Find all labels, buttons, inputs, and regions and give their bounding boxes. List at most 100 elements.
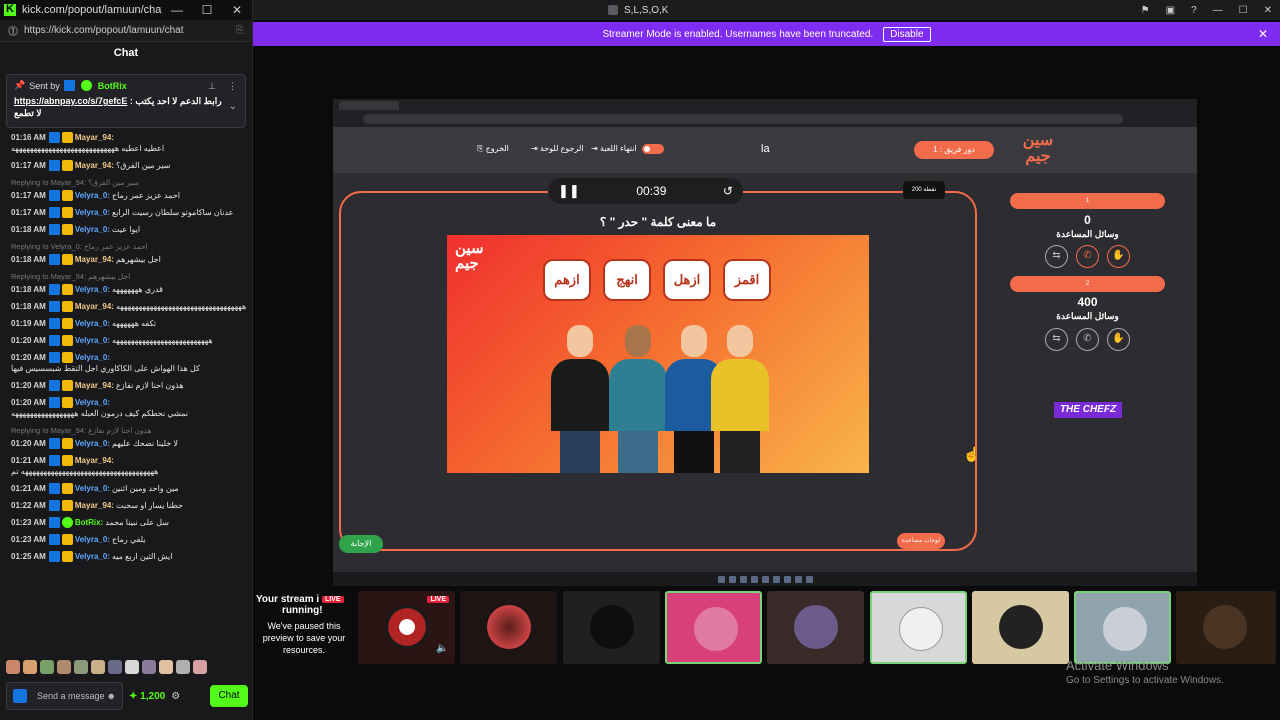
- emoji-icon[interactable]: ☻: [107, 691, 116, 701]
- back-board-link[interactable]: ⇥ الرجوع للوحة: [531, 144, 584, 153]
- hand-icon[interactable]: ✋: [1107, 245, 1130, 268]
- message-username[interactable]: Mayar_94:: [75, 160, 114, 171]
- pinned-sender[interactable]: BotRix: [98, 81, 127, 91]
- mute-icon[interactable]: 🔈: [436, 643, 448, 654]
- emote-icon[interactable]: [57, 660, 71, 674]
- source-thumbnail[interactable]: LIVE 🔈: [358, 591, 455, 664]
- message-username[interactable]: Mayar_94:: [75, 380, 114, 391]
- end-game-link[interactable]: ⇥ انتهاء اللعبة: [591, 144, 665, 154]
- emote-icon[interactable]: [91, 660, 105, 674]
- chat-message[interactable]: 01:17 AM Velyra_0: عدنان ساكاموتو سلطان رس…: [11, 207, 253, 218]
- source-thumbnail[interactable]: [767, 591, 864, 664]
- emote-icon[interactable]: [6, 660, 20, 674]
- extension-icon[interactable]: ⎘: [236, 25, 244, 36]
- chat-message-input[interactable]: Send a message ☻: [6, 682, 123, 710]
- chat-message[interactable]: Replying to Velyra_0: احمد عزيز عمر رماح…: [11, 241, 253, 265]
- pinned-link[interactable]: https://abnpay.co/s/7gefcE: [14, 96, 127, 106]
- emote-icon[interactable]: [176, 660, 190, 674]
- message-username[interactable]: Velyra_0:: [75, 352, 110, 363]
- message-username[interactable]: Velyra_0:: [75, 335, 110, 346]
- minimize-button[interactable]: —: [1213, 5, 1223, 16]
- message-username[interactable]: Velyra_0:: [75, 207, 110, 218]
- unpin-icon[interactable]: ⊥: [208, 81, 216, 92]
- message-username[interactable]: Velyra_0:: [75, 397, 110, 408]
- flag-icon[interactable]: ⚑: [1141, 5, 1150, 16]
- chat-message[interactable]: 01:19 AM Velyra_0: تكفه ههههههه: [11, 318, 253, 329]
- message-username[interactable]: Mayar_94:: [75, 301, 114, 312]
- close-button[interactable]: ✕: [222, 3, 252, 17]
- emote-icon[interactable]: [108, 660, 122, 674]
- chat-message[interactable]: 01:20 AM Mayar_94: هذون احنا لازم نفازع: [11, 380, 253, 391]
- chat-message[interactable]: 01:20 AM Velyra_0: كل هذا الهواش على الكاك…: [11, 352, 253, 374]
- source-thumbnail[interactable]: [665, 591, 762, 664]
- swap-icon[interactable]: ⇆: [1045, 245, 1068, 268]
- message-username[interactable]: Velyra_0:: [75, 318, 110, 329]
- chat-message[interactable]: 01:23 AM Velyra_0: يلفي رماح: [11, 534, 253, 545]
- exit-link[interactable]: ⎘ الخروج: [477, 144, 509, 154]
- chat-message[interactable]: 01:23 AM BotRix: سل على نبينا محمد: [11, 517, 253, 528]
- message-username[interactable]: Velyra_0:: [75, 534, 110, 545]
- chat-message[interactable]: 01:22 AM Mayar_94: حطنا يسار او سحبت: [11, 500, 253, 511]
- message-username[interactable]: Velyra_0:: [75, 551, 110, 562]
- chat-message[interactable]: 01:17 AM Mayar_94: سير مين الفرق؟: [11, 160, 253, 171]
- message-username[interactable]: Velyra_0:: [75, 284, 110, 295]
- close-icon[interactable]: ✕: [1258, 27, 1268, 41]
- more-options-icon[interactable]: ⋮: [228, 81, 237, 92]
- chat-message[interactable]: Replying to Mayar_94: هذون احنا لازم نفا…: [11, 425, 253, 449]
- minimize-button[interactable]: —: [162, 3, 192, 17]
- emote-icon[interactable]: [23, 660, 37, 674]
- emote-icon[interactable]: [193, 660, 207, 674]
- message-username[interactable]: Velyra_0:: [75, 190, 110, 201]
- source-thumbnail[interactable]: [563, 591, 660, 664]
- source-thumbnail[interactable]: [870, 591, 967, 664]
- emote-icon[interactable]: [159, 660, 173, 674]
- close-button[interactable]: ✕: [1264, 5, 1272, 16]
- emote-icon[interactable]: [40, 660, 54, 674]
- phone-icon[interactable]: ✆: [1076, 245, 1099, 268]
- chat-message[interactable]: 01:25 AM Velyra_0: ايش الثين اربع ميه: [11, 551, 253, 562]
- message-username[interactable]: Mayar_94:: [75, 500, 114, 511]
- chat-message[interactable]: 01:18 AM Velyra_0: ايوا عيت: [11, 224, 253, 235]
- chat-message[interactable]: 01:21 AM Mayar_94: ههههههههههههههههههههههه…: [11, 455, 253, 477]
- source-thumbnail[interactable]: [1176, 591, 1276, 664]
- help-icon[interactable]: ?: [1191, 5, 1197, 16]
- reset-timer-icon[interactable]: ↺: [723, 184, 733, 198]
- chat-message[interactable]: 01:21 AM Velyra_0: مين واحد ومين اثنين: [11, 483, 253, 494]
- reply-context[interactable]: Replying to Mayar_94: هذون احنا لازم نفا…: [11, 425, 253, 436]
- swap-icon[interactable]: ⇆: [1045, 328, 1068, 351]
- reply-context[interactable]: Replying to Mayar_94: اجل بيشهرهم: [11, 271, 253, 282]
- chat-message[interactable]: Replying to Mayar_94: اجل بيشهرهم 01:18 A…: [11, 271, 253, 295]
- message-username[interactable]: Mayar_94:: [75, 132, 114, 143]
- chat-message[interactable]: Replying to Mayar_94: سير مين الفرق؟ 01:1…: [11, 177, 253, 201]
- reply-context[interactable]: Replying to Velyra_0: احمد عزيز عمر رماح: [11, 241, 253, 252]
- message-username[interactable]: Mayar_94:: [75, 254, 114, 265]
- chat-message[interactable]: 01:20 AM Velyra_0: ههههههههههههههههههههههه…: [11, 335, 253, 346]
- help-boards-button[interactable]: لوحات مساعدة: [897, 533, 945, 549]
- source-thumbnail[interactable]: [1074, 591, 1171, 664]
- reply-context[interactable]: Replying to Mayar_94: سير مين الفرق؟: [11, 177, 253, 188]
- toggle-switch[interactable]: [642, 144, 665, 154]
- cast-icon[interactable]: ▣: [1166, 5, 1175, 16]
- chat-send-button[interactable]: Chat: [210, 685, 248, 707]
- message-username[interactable]: Mayar_94:: [75, 455, 114, 466]
- emote-icon[interactable]: [74, 660, 88, 674]
- channel-points[interactable]: ✦ 1,200: [129, 691, 165, 702]
- phone-icon[interactable]: ✆: [1076, 328, 1099, 351]
- message-username[interactable]: Velyra_0:: [75, 483, 110, 494]
- gear-icon[interactable]: ⚙: [171, 691, 180, 702]
- chat-message[interactable]: 01:16 AM Mayar_94: اعطيه اعطيه ههههههههههه…: [11, 132, 253, 154]
- message-username[interactable]: Velyra_0:: [75, 224, 110, 235]
- chevron-down-icon[interactable]: ⌄: [229, 101, 237, 112]
- message-username[interactable]: BotRix:: [75, 517, 103, 528]
- address-bar[interactable]: ⓵ https://kick.com/popout/lamuun/chat ⎘: [0, 20, 252, 42]
- pinned-message[interactable]: 📌 Sent by BotRix https://abnpay.co/s/7ge…: [6, 74, 246, 128]
- answer-button[interactable]: الإجابة: [339, 535, 383, 553]
- pause-icon[interactable]: ❚❚: [558, 183, 580, 199]
- site-info-icon[interactable]: ⓵: [8, 23, 18, 38]
- source-thumbnail[interactable]: [972, 591, 1069, 664]
- maximize-button[interactable]: ☐: [1239, 5, 1248, 16]
- disable-button[interactable]: Disable: [883, 26, 931, 42]
- maximize-button[interactable]: ☐: [192, 3, 222, 17]
- chat-message[interactable]: 01:20 AM Velyra_0: نمشي نحطكم كيف درمون ال…: [11, 397, 253, 419]
- emote-icon[interactable]: [125, 660, 139, 674]
